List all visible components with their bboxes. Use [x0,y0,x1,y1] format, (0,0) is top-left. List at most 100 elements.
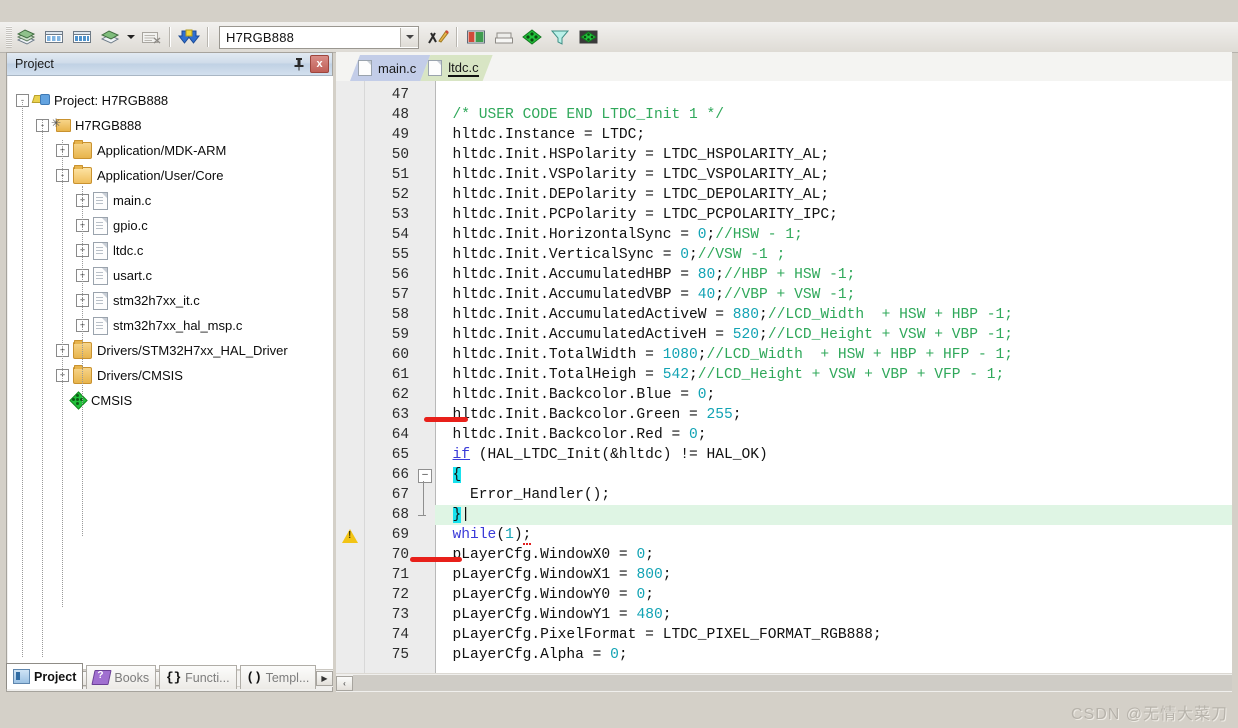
code-line[interactable]: hltdc.Init.AccumulatedHBP = 80;//HBP + H… [435,265,856,285]
target-select[interactable]: H7RGB888 [219,25,419,49]
tree-item-ltdc-c[interactable]: + ltdc.c [76,238,143,263]
editor-tab-main-c[interactable]: main.c [350,55,430,81]
code-line[interactable]: pLayerCfg.WindowX0 = 0; [435,545,654,565]
fold-collapse-icon[interactable]: – [418,469,432,483]
code-token: //HBP + HSW -1; [724,267,856,283]
code-line[interactable]: hltdc.Init.PCPolarity = LTDC_PCPOLARITY_… [435,205,838,225]
code-token: hltdc.Init.VerticalSync = [435,247,681,263]
templates-window-icon[interactable] [547,25,573,49]
project-tree[interactable]: -Project: H7RGB888-H7RGB888+Application/… [8,76,333,669]
code-line[interactable]: hltdc.Init.Backcolor.Red = 0; [435,425,707,445]
tree-item-gpio-c[interactable]: + gpio.c [76,213,148,238]
books-window-icon[interactable] [491,25,517,49]
tree-item-application-user-core[interactable]: - Application/User/Core [56,163,223,188]
tree-item-h7rgb888[interactable]: -H7RGB888 [36,113,141,138]
file-icon [93,191,108,210]
panel-tab-project[interactable]: Project [6,663,84,689]
batch-build-icon[interactable] [13,25,39,49]
editor-hscroll-track[interactable] [353,675,1232,691]
tree-item-main-c[interactable]: + main.c [76,188,151,213]
tree-item-stm32h7xx-hal-msp-c[interactable]: + stm32h7xx_hal_msp.c [76,313,242,338]
code-token: ; [706,227,716,243]
tree-item-label: gpio.c [113,218,148,233]
code-line[interactable]: { [435,465,462,485]
manage-run-time-environment-icon[interactable] [69,25,95,49]
toolbar-separator-1 [169,27,171,47]
start-debug-session-icon[interactable] [176,25,202,49]
code-token: (HAL_LTDC_Init(&hltdc) != HAL_OK) [470,447,768,463]
code-line[interactable]: /* USER CODE END LTDC_Init 1 */ [435,105,725,125]
editor-fold-gutter[interactable] [413,81,436,673]
project-panel-header: Project x [7,53,332,76]
code-token: 542 [662,367,689,383]
pin-icon[interactable] [291,56,307,72]
code-line[interactable]: hltdc.Init.HorizontalSync = 0;//HSW - 1; [435,225,803,245]
code-editor[interactable]: 47 48 /* USER CODE END LTDC_Init 1 */ 49 h… [336,81,1232,673]
tree-item-cmsis[interactable]: CMSIS [56,388,132,413]
code-line[interactable]: }| [435,505,470,525]
code-token: if [452,447,471,463]
select-target-icon[interactable] [97,25,123,49]
code-line[interactable]: hltdc.Init.DEPolarity = LTDC_DEPOLARITY_… [435,185,830,205]
select-target-chevron-down-icon[interactable] [124,25,137,49]
configuration-wizard-icon[interactable] [425,25,451,49]
code-line[interactable]: pLayerCfg.Alpha = 0; [435,645,628,665]
code-line[interactable]: hltdc.Init.AccumulatedVBP = 40;//VBP + V… [435,285,856,305]
editor-scroll-left-arrow-icon[interactable]: ‹ [336,675,353,691]
tree-item-stm32h7xx-it-c[interactable]: + stm32h7xx_it.c [76,288,200,313]
line-number: 47 [391,87,409,103]
editor-tab-label: main.c [378,60,417,76]
code-token: ; [715,267,725,283]
warning-icon[interactable] [342,528,358,543]
code-line[interactable]: hltdc.Init.VSPolarity = LTDC_VSPOLARITY_… [435,165,830,185]
panel-tab-books[interactable]: Books [86,665,157,689]
code-token: ; [688,247,698,263]
code-line[interactable]: while(1); [435,525,532,545]
code-line[interactable]: hltdc.Init.VerticalSync = 0;//VSW -1 ; [435,245,786,265]
editor-tab-ltdc-c[interactable]: ltdc.c [420,55,492,81]
tree-guide-line [42,120,43,657]
code-token: Error_Handler(); [435,487,611,503]
code-line[interactable]: hltdc.Instance = LTDC; [435,125,646,145]
code-line[interactable]: pLayerCfg.PixelFormat = LTDC_PIXEL_FORMA… [435,625,882,645]
manage-project-items-icon[interactable] [41,25,67,49]
code-line[interactable]: Error_Handler(); [435,485,610,505]
panel-tab-label: Functi... [185,670,230,685]
code-line[interactable]: hltdc.Init.AccumulatedActiveW = 880;//LC… [435,305,1014,325]
code-line[interactable]: hltdc.Init.TotalWidth = 1080;//LCD_Width… [435,345,1014,365]
code-token: hltdc.Instance = LTDC; [435,127,646,143]
tree-item-application-mdk-arm[interactable]: + Application/MDK-ARM [56,138,226,163]
tree-item-usart-c[interactable]: + usart.c [76,263,152,288]
window-top-edge [0,0,1238,22]
editor-hscrollbar[interactable]: ‹ [336,673,1232,692]
project-window-icon[interactable] [463,25,489,49]
tree-item-drivers-stm32h7xx-hal-driver[interactable]: + Drivers/STM32H7xx_HAL_Driver [56,338,288,363]
panel-tab-label: Templ... [265,670,310,685]
code-token: pLayerCfg.WindowX1 = [435,567,637,583]
code-line[interactable]: hltdc.Init.Backcolor.Blue = 0; [435,385,716,405]
functions-window-icon[interactable] [519,25,545,49]
tree-item-drivers-cmsis[interactable]: + Drivers/CMSIS [56,363,183,388]
target-select-chevron-down-icon[interactable] [400,27,418,47]
target-icon [51,117,71,133]
line-number: 68 [391,507,409,523]
toolbar-grip[interactable] [6,26,12,48]
close-icon[interactable]: x [310,55,329,73]
code-line[interactable]: pLayerCfg.WindowY1 = 480; [435,605,672,625]
code-line[interactable]: pLayerCfg.WindowY0 = 0; [435,585,654,605]
code-line[interactable]: hltdc.Init.AccumulatedActiveH = 520;//LC… [435,325,1014,345]
line-number: 59 [391,327,409,343]
code-line[interactable]: if (HAL_LTDC_Init(&hltdc) != HAL_OK) [435,445,768,465]
tree-item-project-h7rgb888[interactable]: - Project: H7RGB888 [16,88,168,113]
code-line[interactable]: pLayerCfg.WindowX1 = 800; [435,565,672,585]
code-line[interactable]: hltdc.Init.Backcolor.Green = 255; [435,405,742,425]
code-line[interactable]: hltdc.Init.TotalHeigh = 542;//LCD_Height… [435,365,1005,385]
editor-marker-gutter[interactable] [336,81,365,673]
source-browser-icon[interactable] [575,25,601,49]
panel-tab-functi[interactable]: {} Functi... [159,665,237,689]
code-token: 255 [706,407,733,423]
code-token: 0 [636,547,646,563]
code-line[interactable]: hltdc.Init.HSPolarity = LTDC_HSPOLARITY_… [435,145,830,165]
panel-tab-templ[interactable]: () Templ... [239,665,317,689]
pack-installer-icon[interactable] [138,25,164,49]
